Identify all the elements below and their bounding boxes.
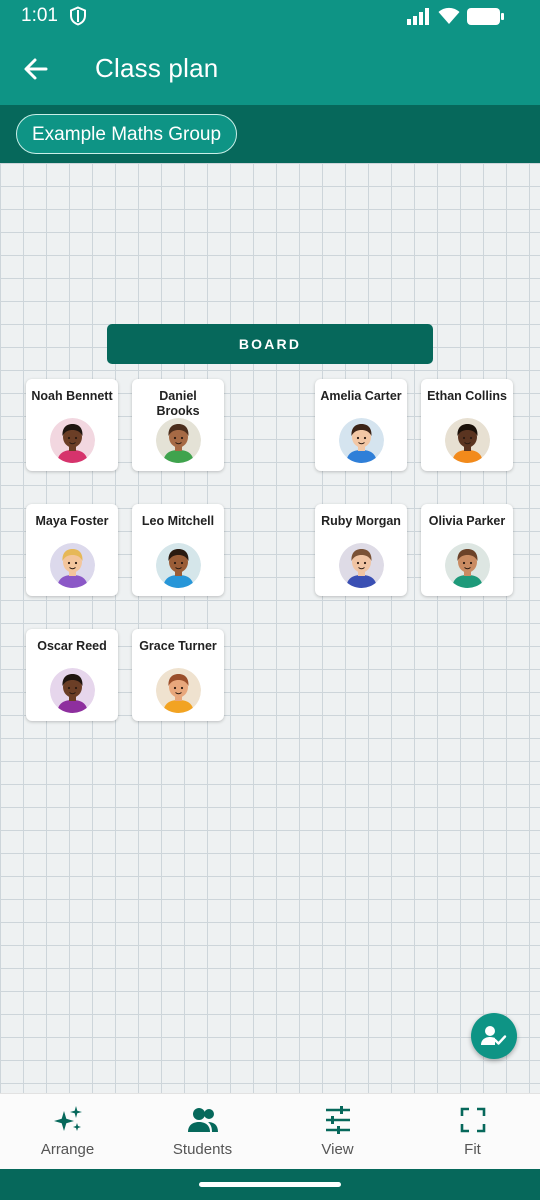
student-name: Leo Mitchell (141, 514, 215, 528)
student-name: Ethan Collins (427, 389, 507, 403)
student-card[interactable]: Leo Mitchell (132, 504, 224, 596)
back-arrow-icon[interactable] (18, 51, 56, 87)
nav-students[interactable]: Students (135, 1094, 270, 1170)
student-avatar (339, 418, 384, 463)
student-name: Olivia Parker (428, 514, 506, 528)
nav-view[interactable]: View (270, 1094, 405, 1170)
page-title: Class plan (95, 53, 219, 83)
group-chip[interactable]: Example Maths Group (16, 114, 238, 154)
student-avatar (156, 543, 201, 588)
student-name: Amelia Carter (320, 389, 402, 403)
signal-icon (407, 8, 429, 25)
student-card[interactable]: Ruby Morgan (315, 504, 407, 596)
battery-icon (467, 8, 504, 25)
bottom-nav: Arrange Students View Fit (0, 1093, 540, 1170)
student-card[interactable]: Daniel Brooks (132, 379, 224, 471)
board: BOARD (107, 324, 433, 364)
student-card[interactable]: Olivia Parker (421, 504, 513, 596)
nav-fit[interactable]: Fit (405, 1094, 540, 1170)
student-avatar (50, 418, 95, 463)
student-card[interactable]: Noah Bennett (26, 379, 118, 471)
student-name: Ruby Morgan (321, 514, 401, 528)
student-avatar (50, 668, 95, 713)
gesture-bar (0, 1169, 540, 1200)
people-icon (188, 1108, 218, 1132)
student-card[interactable]: Ethan Collins (421, 379, 513, 471)
nav-students-label: Students (172, 1141, 233, 1158)
student-avatar (339, 543, 384, 588)
student-avatar (445, 543, 490, 588)
student-name: Maya Foster (35, 514, 109, 528)
take-register-button[interactable] (471, 1013, 517, 1059)
student-avatar (445, 418, 490, 463)
app-bar: Class plan (0, 33, 540, 105)
sliders-icon (326, 1106, 350, 1134)
seating-grid[interactable] (0, 163, 540, 1093)
student-name: Grace Turner (139, 639, 217, 653)
person-check-icon (481, 1026, 507, 1045)
home-indicator[interactable] (199, 1182, 341, 1187)
sparkle-icon (54, 1106, 82, 1131)
status-bar: 1:01 (0, 0, 540, 33)
student-name: Oscar Reed (37, 639, 107, 653)
student-avatar (156, 668, 201, 713)
nav-view-label: View (321, 1141, 354, 1158)
student-card[interactable]: Amelia Carter (315, 379, 407, 471)
student-card[interactable]: Maya Foster (26, 504, 118, 596)
wifi-icon (438, 7, 460, 24)
fullscreen-icon (460, 1107, 486, 1133)
nav-arrange[interactable]: Arrange (0, 1094, 135, 1170)
student-card[interactable]: Grace Turner (132, 629, 224, 721)
group-bar: Example Maths Group (0, 105, 540, 163)
student-avatar (50, 543, 95, 588)
student-avatar (156, 418, 201, 463)
status-time: 1:01 (21, 5, 58, 26)
student-name: Noah Bennett (31, 389, 113, 403)
nav-fit-label: Fit (464, 1141, 481, 1158)
nav-arrange-label: Arrange (40, 1141, 95, 1158)
student-card[interactable]: Oscar Reed (26, 629, 118, 721)
shield-icon (70, 6, 86, 26)
student-name: Daniel Brooks (156, 389, 200, 418)
